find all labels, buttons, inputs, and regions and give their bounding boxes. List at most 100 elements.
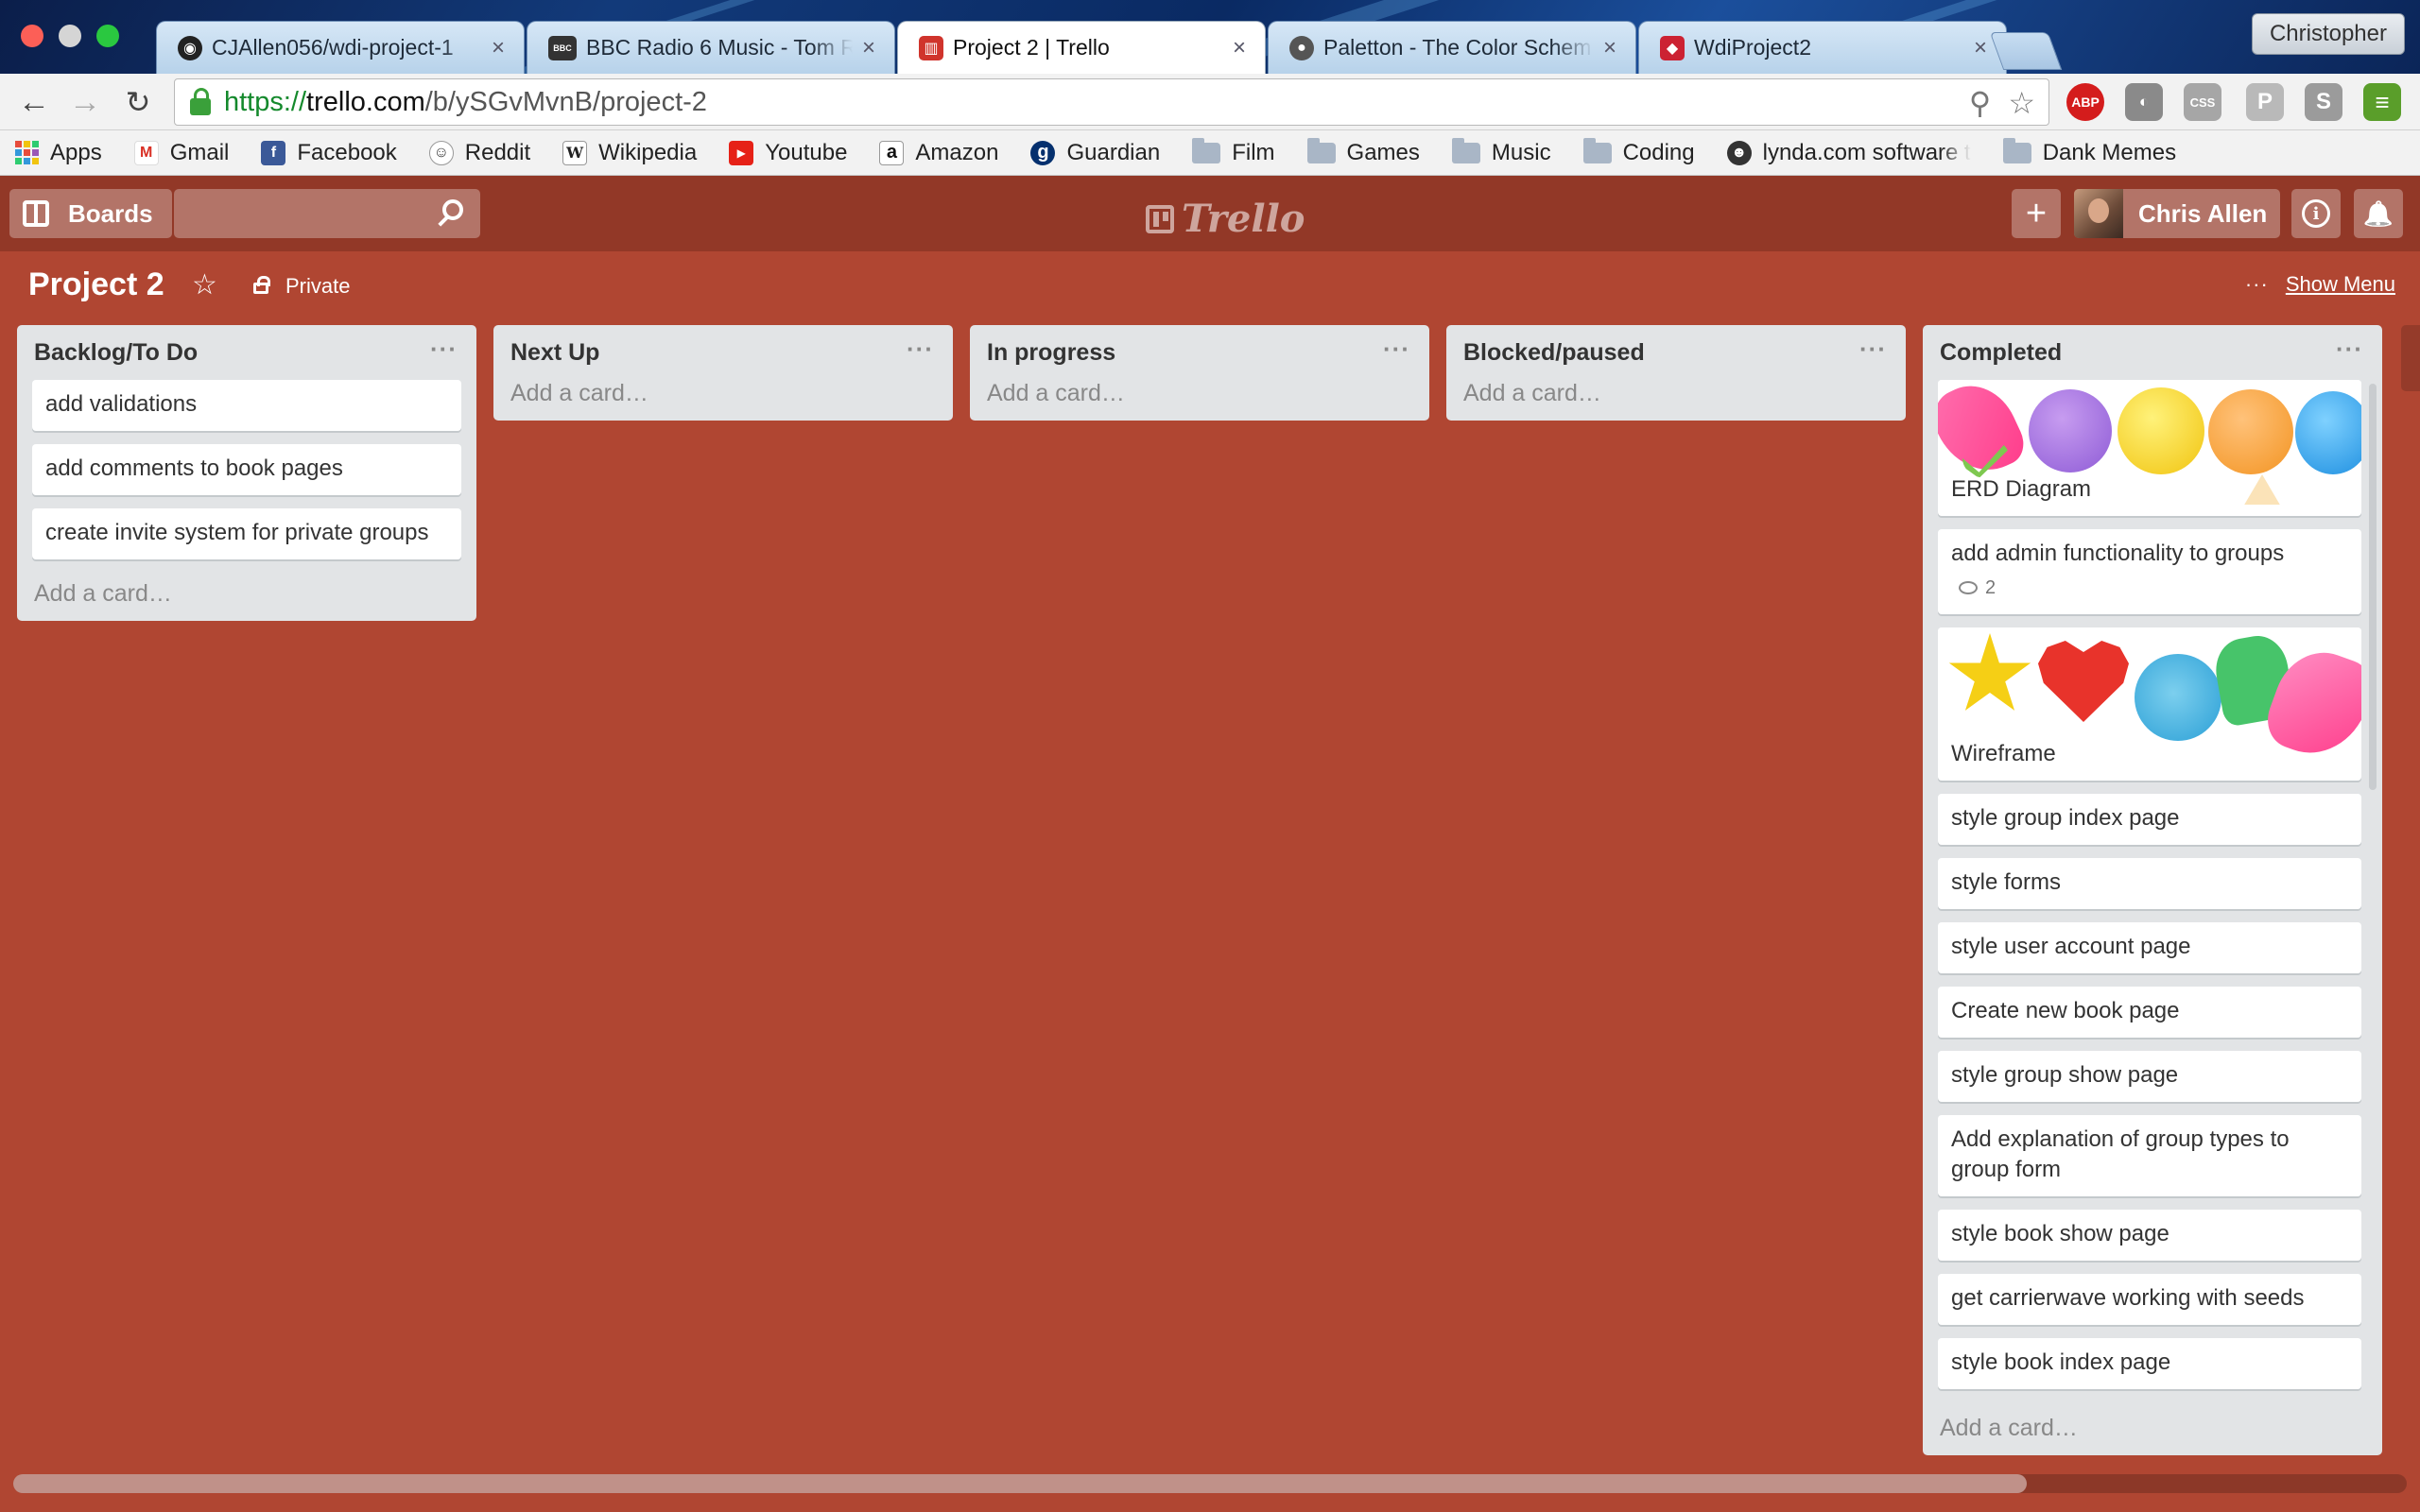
- zoom-icon[interactable]: ⚲: [1969, 85, 1991, 121]
- new-tab-button[interactable]: [1989, 32, 2063, 70]
- browser-tab-active[interactable]: ▥ Project 2 | Trello ×: [897, 21, 1266, 74]
- folder-icon: [1582, 137, 1612, 163]
- card[interactable]: add comments to book pages: [32, 444, 461, 495]
- close-window-button[interactable]: [21, 25, 43, 47]
- browser-tab[interactable]: ◉ CJAllen056/wdi-project-1 ×: [156, 21, 525, 74]
- info-button[interactable]: i: [2291, 189, 2341, 238]
- board-title[interactable]: Project 2: [28, 266, 164, 303]
- list-menu-icon[interactable]: ···: [430, 335, 458, 364]
- extension-shield-icon[interactable]: ◐: [2125, 83, 2163, 121]
- bookmark-amazon[interactable]: a Amazon: [879, 140, 998, 166]
- adblock-icon[interactable]: ABP: [2066, 83, 2104, 121]
- star-icon[interactable]: ☆: [192, 268, 217, 301]
- list-header[interactable]: Backlog/To Do ···: [17, 325, 476, 380]
- add-list-edge[interactable]: [2401, 325, 2420, 391]
- browser-tab[interactable]: BBC BBC Radio 6 Music - Tom R ×: [527, 21, 895, 74]
- show-menu-button[interactable]: ··· Show Menu: [2245, 272, 2395, 297]
- list-title[interactable]: In progress: [987, 339, 1115, 367]
- apps-grid-icon: [15, 141, 39, 164]
- list-header[interactable]: In progress ···: [970, 325, 1429, 380]
- close-tab-icon[interactable]: ×: [1233, 35, 1246, 61]
- card[interactable]: style book index page: [1938, 1338, 2361, 1389]
- smile-face-sticker-icon: [2118, 387, 2204, 474]
- profile-button[interactable]: Christopher: [2251, 13, 2405, 55]
- bookmark-gmail[interactable]: M Gmail: [133, 140, 229, 166]
- extension-p-icon[interactable]: P: [2246, 83, 2284, 121]
- bookmark-folder-coding[interactable]: Coding: [1582, 137, 1695, 166]
- close-tab-icon[interactable]: ×: [492, 35, 505, 61]
- board-visibility-button[interactable]: Private: [253, 274, 350, 299]
- add-card-button[interactable]: Add a card…: [493, 380, 953, 421]
- bookmark-folder-music[interactable]: Music: [1451, 137, 1551, 166]
- close-tab-icon[interactable]: ×: [862, 35, 875, 61]
- card[interactable]: style group show page: [1938, 1051, 2361, 1102]
- bookmark-reddit[interactable]: ☺ Reddit: [428, 140, 530, 166]
- card[interactable]: create invite system for private groups: [32, 508, 461, 559]
- add-button[interactable]: +: [2012, 189, 2061, 238]
- search-icon: [442, 199, 463, 220]
- bookmark-lynda[interactable]: ☻ lynda.com software t: [1726, 140, 1971, 166]
- browser-tab[interactable]: ● Paletton - The Color Schem ×: [1268, 21, 1636, 74]
- bookmark-wikipedia[interactable]: W Wikipedia: [562, 140, 697, 166]
- list-title[interactable]: Backlog/To Do: [34, 339, 198, 367]
- list-title[interactable]: Next Up: [510, 339, 599, 367]
- minimize-window-button[interactable]: [59, 25, 81, 47]
- add-card-button[interactable]: Add a card…: [1446, 380, 1906, 421]
- board-horizontal-scrollbar[interactable]: [13, 1474, 2407, 1493]
- list-menu-icon[interactable]: ···: [1383, 335, 1410, 364]
- bookmark-folder-games[interactable]: Games: [1306, 137, 1420, 166]
- card[interactable]: style user account page: [1938, 922, 2361, 973]
- css-viewer-icon[interactable]: CSS: [2184, 83, 2221, 121]
- bookmark-facebook[interactable]: f Facebook: [261, 140, 397, 166]
- card[interactable]: style book show page: [1938, 1210, 2361, 1261]
- card[interactable]: get carrierwave working with seeds: [1938, 1274, 2361, 1325]
- card[interactable]: style group index page: [1938, 794, 2361, 845]
- list-header[interactable]: Next Up ···: [493, 325, 953, 380]
- forward-arrow-icon[interactable]: →: [66, 83, 104, 121]
- card[interactable]: Add explanation of group types to group …: [1938, 1115, 2361, 1196]
- trello-logo[interactable]: Trello: [1146, 197, 1305, 241]
- list-menu-icon[interactable]: ···: [907, 335, 934, 364]
- boards-button[interactable]: Boards: [9, 189, 172, 238]
- list-title[interactable]: Completed: [1940, 339, 2062, 367]
- close-tab-icon[interactable]: ×: [1974, 35, 1987, 61]
- back-arrow-icon[interactable]: ←: [15, 83, 53, 121]
- bookmark-folder-film[interactable]: Film: [1192, 137, 1275, 166]
- bookmark-guardian[interactable]: g Guardian: [1030, 140, 1160, 166]
- reddit-icon: ☺: [428, 140, 454, 165]
- close-tab-icon[interactable]: ×: [1603, 35, 1616, 61]
- address-bar[interactable]: https://trello.com/b/ySGvMvnB/project-2 …: [174, 78, 2049, 126]
- add-card-button[interactable]: Add a card…: [1923, 1405, 2095, 1455]
- notifications-button[interactable]: 🔔: [2354, 189, 2403, 238]
- bookmark-label: Coding: [1622, 139, 1695, 165]
- list-menu-icon[interactable]: ···: [1859, 335, 1887, 364]
- list-title[interactable]: Blocked/paused: [1463, 339, 1645, 367]
- browser-tab[interactable]: ◆ WdiProject2 ×: [1638, 21, 2007, 74]
- card[interactable]: Create new book page: [1938, 987, 2361, 1038]
- card-title: add admin functionality to groups: [1951, 541, 2285, 566]
- search-input[interactable]: [174, 189, 480, 238]
- card[interactable]: add validations: [32, 380, 461, 431]
- card-with-cover[interactable]: ERD Diagram: [1938, 380, 2361, 516]
- card-with-cover[interactable]: Wireframe: [1938, 627, 2361, 781]
- member-menu-button[interactable]: Chris Allen: [2074, 189, 2280, 238]
- scrollbar-thumb[interactable]: [13, 1474, 2027, 1493]
- reload-icon[interactable]: ↻: [119, 83, 157, 121]
- bookmark-star-icon[interactable]: ☆: [2008, 85, 2035, 121]
- list-header[interactable]: Completed ···: [1923, 325, 2382, 380]
- menu-hamburger-icon[interactable]: ≡: [2363, 83, 2401, 121]
- zoom-window-button[interactable]: [96, 25, 119, 47]
- add-card-button[interactable]: Add a card…: [970, 380, 1429, 421]
- bookmark-apps[interactable]: Apps: [15, 140, 102, 166]
- card[interactable]: style forms: [1938, 858, 2361, 909]
- list-menu-icon[interactable]: ···: [2336, 335, 2363, 364]
- bookmark-folder-dank-memes[interactable]: Dank Memes: [2002, 137, 2176, 166]
- extension-s-icon[interactable]: S: [2305, 83, 2342, 121]
- url-scheme: https://: [224, 86, 307, 117]
- bookmark-youtube[interactable]: ▶ Youtube: [729, 140, 847, 166]
- add-card-button[interactable]: Add a card…: [17, 573, 476, 621]
- list-header[interactable]: Blocked/paused ···: [1446, 325, 1906, 380]
- card[interactable]: add admin functionality to groups 2: [1938, 529, 2361, 614]
- list-scrollbar[interactable]: [2369, 384, 2377, 790]
- wikipedia-icon: W: [562, 140, 588, 165]
